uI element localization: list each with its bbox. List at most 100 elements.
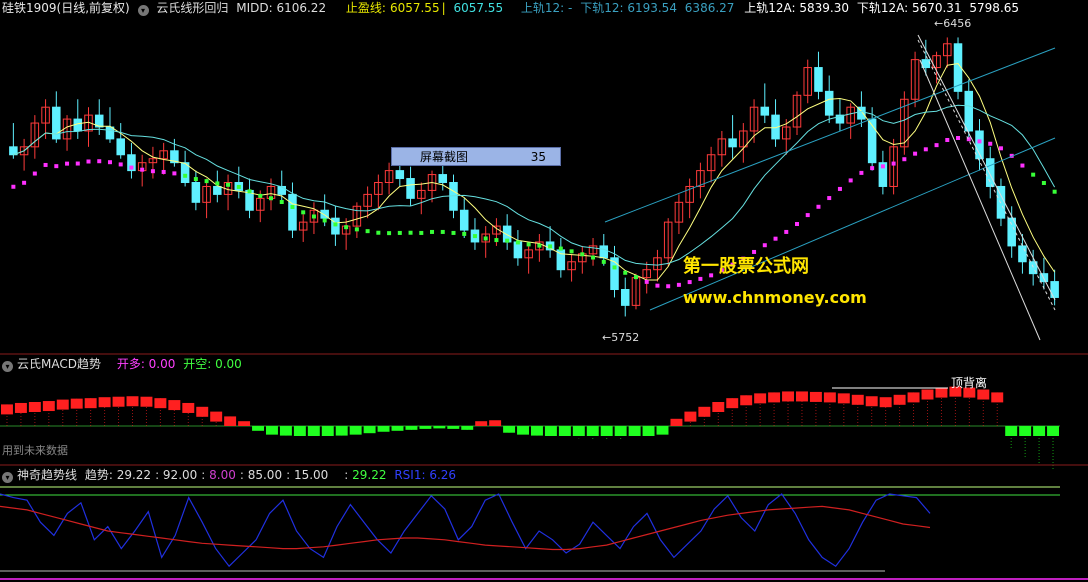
trend-dot xyxy=(1031,172,1036,177)
ma-short-line xyxy=(13,63,1056,281)
last-value: 5798.65 xyxy=(969,1,1020,15)
v4-value: 15.00 xyxy=(293,468,329,482)
macd-bar xyxy=(991,392,1004,403)
trend-dot xyxy=(333,222,338,227)
macd-bar xyxy=(42,401,55,412)
chart-stage[interactable] xyxy=(0,0,1088,582)
trend-dot xyxy=(451,230,456,235)
trend-dot xyxy=(193,177,198,182)
trend-dot xyxy=(977,139,982,144)
popup-value: 35 xyxy=(530,150,546,164)
candle-body xyxy=(599,245,609,259)
macd-bar xyxy=(656,426,669,435)
rsi-header: ▾ 神奇趋势线 趋势: 29.22: 92.00: 8.00: 85.00: 15… xyxy=(2,468,460,483)
trend-dot xyxy=(344,225,349,230)
high-value: 6456 xyxy=(943,17,972,30)
trend-dot xyxy=(397,230,402,235)
trend-dot xyxy=(515,240,520,245)
v2-value: 8.00 xyxy=(209,468,236,482)
macd-bar xyxy=(572,426,585,436)
trend-dot xyxy=(923,147,928,152)
trend-dot xyxy=(505,238,510,243)
macd-bar xyxy=(893,394,906,405)
macd-bar xyxy=(614,426,627,436)
trend-dot xyxy=(322,218,327,223)
trend-dot xyxy=(795,222,799,227)
chevron-down-icon[interactable]: ▾ xyxy=(137,5,149,16)
macd-bar xyxy=(628,426,641,436)
chevron-down-icon[interactable]: ▾ xyxy=(2,472,13,483)
trend-dot xyxy=(311,214,316,219)
macd-bar xyxy=(586,426,599,436)
v3-value: 85.00 xyxy=(247,468,283,482)
trend-dot xyxy=(107,160,112,165)
open-long-value: 开多: 0.00 xyxy=(116,357,176,371)
trend-dot xyxy=(988,141,993,146)
upper12-value: 上轨12: - xyxy=(520,1,573,15)
macd-bar xyxy=(84,398,97,409)
rsi-series-line xyxy=(0,493,931,568)
trend-dot xyxy=(913,151,918,156)
stop-value-1: 6057.55 xyxy=(389,1,440,15)
macd-bar xyxy=(558,426,571,436)
trend-dot xyxy=(172,171,177,176)
low-value: 5752 xyxy=(611,331,640,344)
trend-dot xyxy=(612,265,617,270)
trend-dot xyxy=(633,275,638,280)
trend-dot xyxy=(558,246,563,251)
trend-dot xyxy=(462,231,467,236)
trend-dot xyxy=(1052,189,1057,194)
trend-dot xyxy=(387,231,392,236)
trend-dot xyxy=(934,143,939,148)
candle-body xyxy=(438,174,448,183)
trend-dot xyxy=(75,161,80,166)
macd-bar xyxy=(266,426,278,435)
divergence-label: 顶背离 xyxy=(951,376,988,390)
trend-dot xyxy=(183,173,188,178)
candle-body xyxy=(610,257,619,291)
candle-body xyxy=(760,106,770,116)
macd-bar xyxy=(531,426,543,436)
screenshot-popup[interactable]: 屏幕截图 35 xyxy=(391,147,561,166)
trend-dot xyxy=(623,270,628,275)
candle-body xyxy=(277,185,286,195)
macd-name[interactable]: 云氏MACD趋势 xyxy=(17,357,101,371)
trend-dot xyxy=(655,283,660,288)
rsi-panel-name[interactable]: 神奇趋势线 xyxy=(17,468,77,482)
trend-dot xyxy=(601,259,606,264)
macd-bar xyxy=(279,426,292,436)
trend-dot xyxy=(86,159,91,164)
trend-dot xyxy=(837,186,842,191)
macd-bar xyxy=(307,426,320,436)
trend-dot xyxy=(161,169,166,174)
lower12b-value: 6386.27 xyxy=(684,1,735,15)
indicator-name: 云氏线形回归 xyxy=(156,1,229,15)
symbol-label[interactable]: 硅铁1909(日线,前复权) xyxy=(2,1,130,15)
trend-dot xyxy=(548,244,553,249)
low-annotation: ←5752 xyxy=(602,331,640,344)
macd-bar xyxy=(196,406,209,417)
macd-bar xyxy=(321,426,334,436)
popup-label: 屏幕截图 xyxy=(420,150,469,164)
trend-dot xyxy=(247,189,252,194)
trend-dot xyxy=(215,181,220,186)
trend-dot xyxy=(376,230,381,235)
candle-body xyxy=(824,90,834,116)
open-short-value: 开空: 0.00 xyxy=(183,357,242,371)
chevron-down-icon[interactable]: ▾ xyxy=(2,361,13,372)
trend-dot xyxy=(773,236,778,241)
trend-dot xyxy=(891,161,896,166)
trend-dot xyxy=(998,146,1003,151)
trend-dot xyxy=(483,236,488,241)
rsi-panel-lines xyxy=(0,486,1060,572)
candle-body xyxy=(985,158,995,187)
candle-body xyxy=(728,138,737,148)
rsi-series-line xyxy=(0,505,931,551)
trend-dot xyxy=(354,227,359,232)
lower12-value: 下轨12: 6193.54 xyxy=(580,1,677,15)
candle-body xyxy=(406,178,415,199)
trend-dot xyxy=(591,255,596,260)
trend-dot xyxy=(226,182,231,187)
trend-dot xyxy=(870,166,875,171)
trend-dot xyxy=(687,280,692,285)
